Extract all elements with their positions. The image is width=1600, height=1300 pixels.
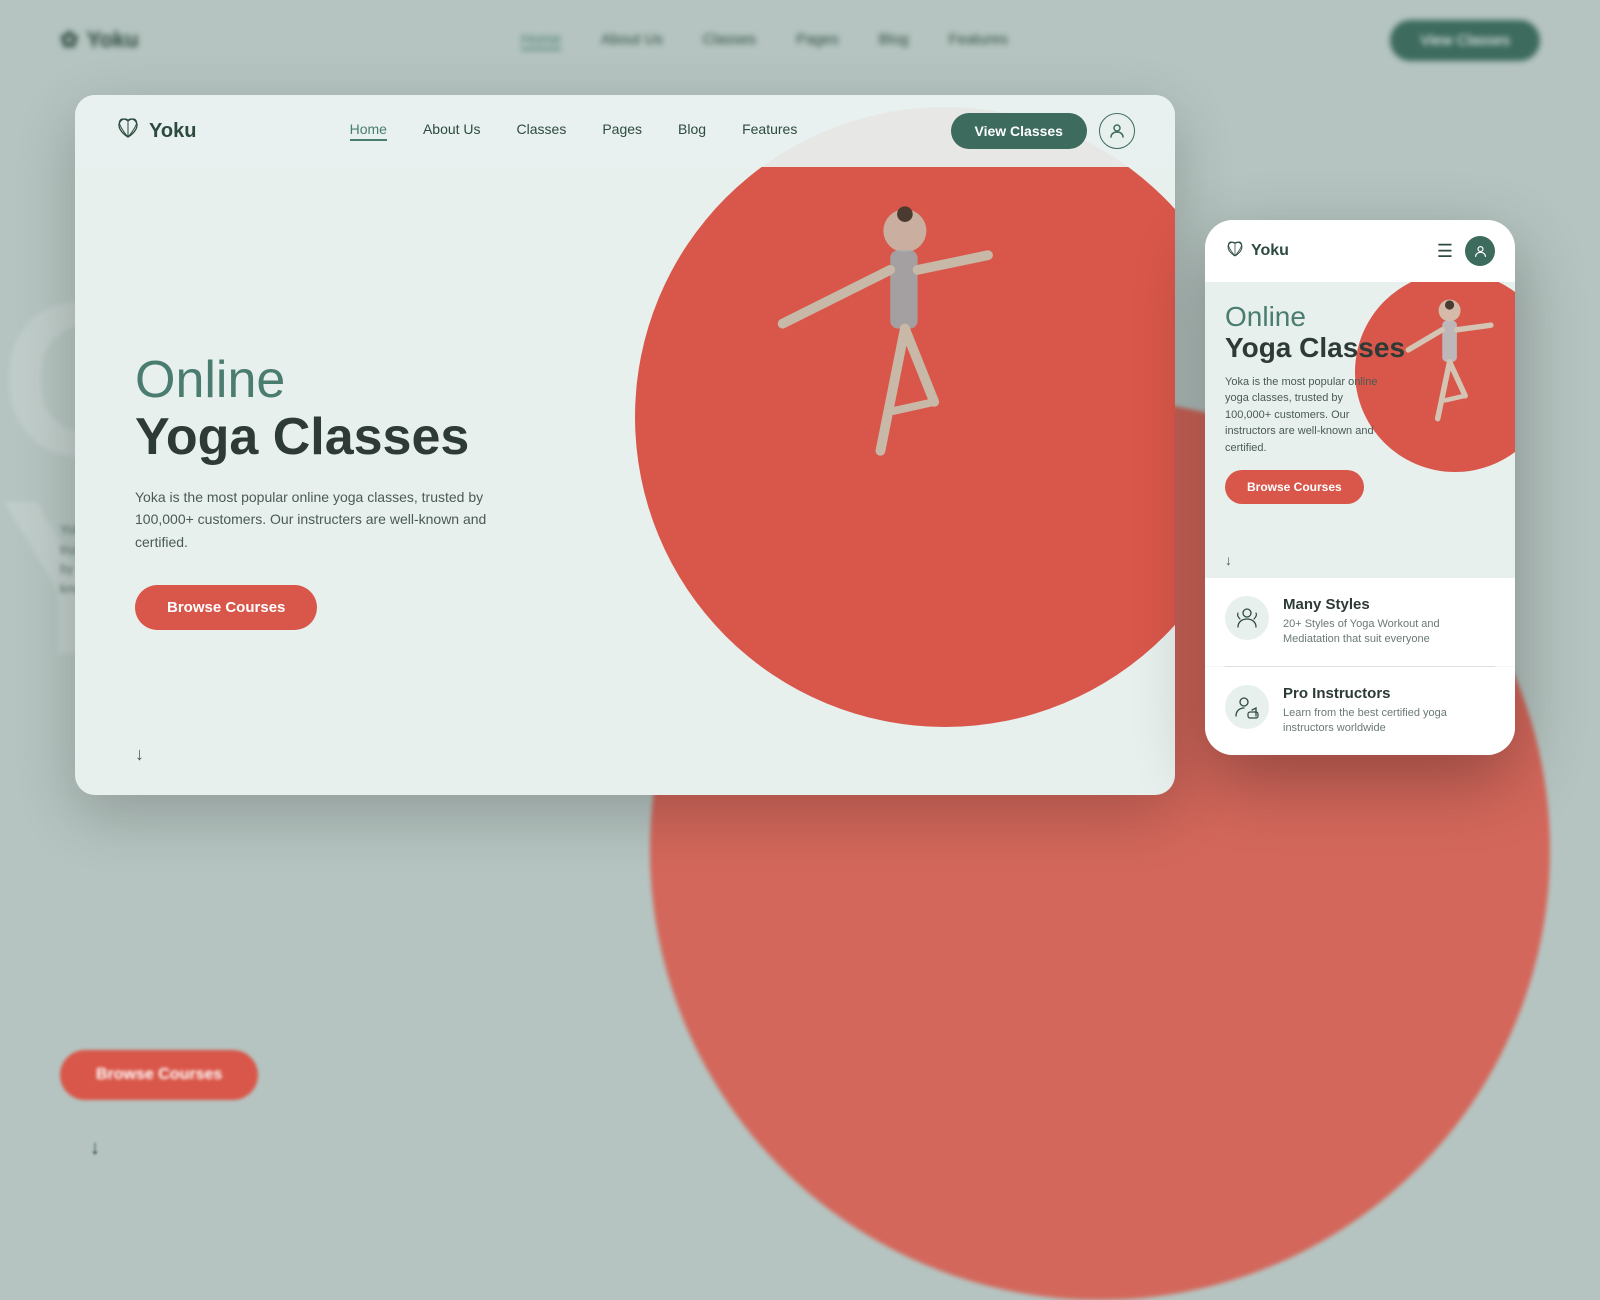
desktop-nav-features[interactable]: Features xyxy=(742,121,797,141)
yoga-person-desktop xyxy=(725,147,1075,647)
bg-view-classes-button[interactable]: View Classes xyxy=(1390,20,1540,61)
mobile-feature-many-styles: Many Styles 20+ Styles of Yoga Workout a… xyxy=(1205,578,1515,666)
bg-nav-features: Features xyxy=(949,31,1008,50)
many-styles-title: Many Styles xyxy=(1283,596,1495,613)
desktop-hero-content: Online Yoga Classes Yoka is the most pop… xyxy=(75,312,555,651)
bg-logo: ✿ Yoku xyxy=(60,27,139,53)
mobile-user-button[interactable] xyxy=(1465,236,1495,266)
desktop-nav-classes[interactable]: Classes xyxy=(517,121,567,141)
desktop-nav-about[interactable]: About Us xyxy=(423,121,481,141)
bg-navigation: ✿ Yoku Home About Us Classes Pages Blog … xyxy=(0,0,1600,80)
browse-courses-button[interactable]: Browse Courses xyxy=(135,585,317,630)
mobile-lotus-icon xyxy=(1225,240,1245,263)
many-styles-text: Many Styles 20+ Styles of Yoga Workout a… xyxy=(1283,596,1495,648)
desktop-nav-blog[interactable]: Blog xyxy=(678,121,706,141)
mobile-logo: Yoku xyxy=(1225,240,1289,263)
mobile-card: Yoku ☰ xyxy=(1205,220,1515,755)
bg-nav-links: Home About Us Classes Pages Blog Feature… xyxy=(521,31,1008,50)
bg-nav-blog: Blog xyxy=(879,31,909,50)
mobile-features-section: Many Styles 20+ Styles of Yoga Workout a… xyxy=(1205,578,1515,755)
hamburger-icon[interactable]: ☰ xyxy=(1437,241,1453,262)
bg-browse-button[interactable]: Browse Courses xyxy=(60,1050,258,1100)
mobile-online-text: Online xyxy=(1225,302,1495,333)
bg-logo-text: Yoku xyxy=(86,27,138,53)
hero-description: Yoka is the most popular online yoga cla… xyxy=(135,486,515,553)
desktop-card: Yoku Home About Us Classes Pages Blog Fe… xyxy=(75,95,1175,795)
bg-nav-about: About Us xyxy=(601,31,663,50)
hero-online-text: Online xyxy=(135,352,515,409)
mobile-scroll-icon: ↓ xyxy=(1225,552,1232,568)
hero-title-text: Yoga Classes xyxy=(135,409,515,466)
bg-scroll-icon: ↓ xyxy=(90,1137,100,1160)
mobile-hero-section: Online Yoga Classes Yoka is the most pop… xyxy=(1205,282,1515,542)
bg-nav-home: Home xyxy=(521,31,561,50)
mobile-navigation: Yoku ☰ xyxy=(1205,220,1515,282)
view-classes-button[interactable]: View Classes xyxy=(951,113,1087,149)
mobile-browse-button[interactable]: Browse Courses xyxy=(1225,470,1364,504)
desktop-logo-text: Yoku xyxy=(149,120,196,143)
desktop-nav-home[interactable]: Home xyxy=(350,121,387,141)
desktop-nav-pages[interactable]: Pages xyxy=(602,121,642,141)
pro-instructors-icon xyxy=(1225,685,1269,729)
bg-nav-pages: Pages xyxy=(796,31,839,50)
many-styles-icon xyxy=(1225,596,1269,640)
desktop-navigation: Yoku Home About Us Classes Pages Blog Fe… xyxy=(75,95,1175,167)
mobile-nav-right: ☰ xyxy=(1437,236,1495,266)
bg-nav-classes: Classes xyxy=(703,31,756,50)
user-icon-button[interactable] xyxy=(1099,113,1135,149)
mobile-scroll-area: ↓ xyxy=(1205,542,1515,578)
mobile-logo-text: Yoku xyxy=(1251,242,1289,260)
bg-lotus-icon: ✿ xyxy=(60,27,78,53)
pro-instructors-description: Learn from the best certified yoga instr… xyxy=(1283,706,1495,737)
desktop-nav-right: View Classes xyxy=(951,113,1135,149)
pro-instructors-text: Pro Instructors Learn from the best cert… xyxy=(1283,685,1495,737)
desktop-lotus-icon xyxy=(115,117,141,145)
mobile-feature-pro-instructors: Pro Instructors Learn from the best cert… xyxy=(1205,667,1515,755)
mobile-hero-content: Online Yoga Classes Yoka is the most pop… xyxy=(1225,302,1495,504)
mobile-description: Yoka is the most popular online yoga cla… xyxy=(1225,374,1385,457)
desktop-nav-links: Home About Us Classes Pages Blog Feature… xyxy=(350,121,798,141)
many-styles-description: 20+ Styles of Yoga Workout and Mediatati… xyxy=(1283,617,1495,648)
desktop-scroll-icon[interactable]: ↓ xyxy=(135,744,144,765)
mobile-title-text: Yoga Classes xyxy=(1225,333,1495,364)
pro-instructors-title: Pro Instructors xyxy=(1283,685,1495,702)
desktop-hero: Online Yoga Classes Yoka is the most pop… xyxy=(75,167,1175,795)
desktop-logo: Yoku xyxy=(115,117,196,145)
